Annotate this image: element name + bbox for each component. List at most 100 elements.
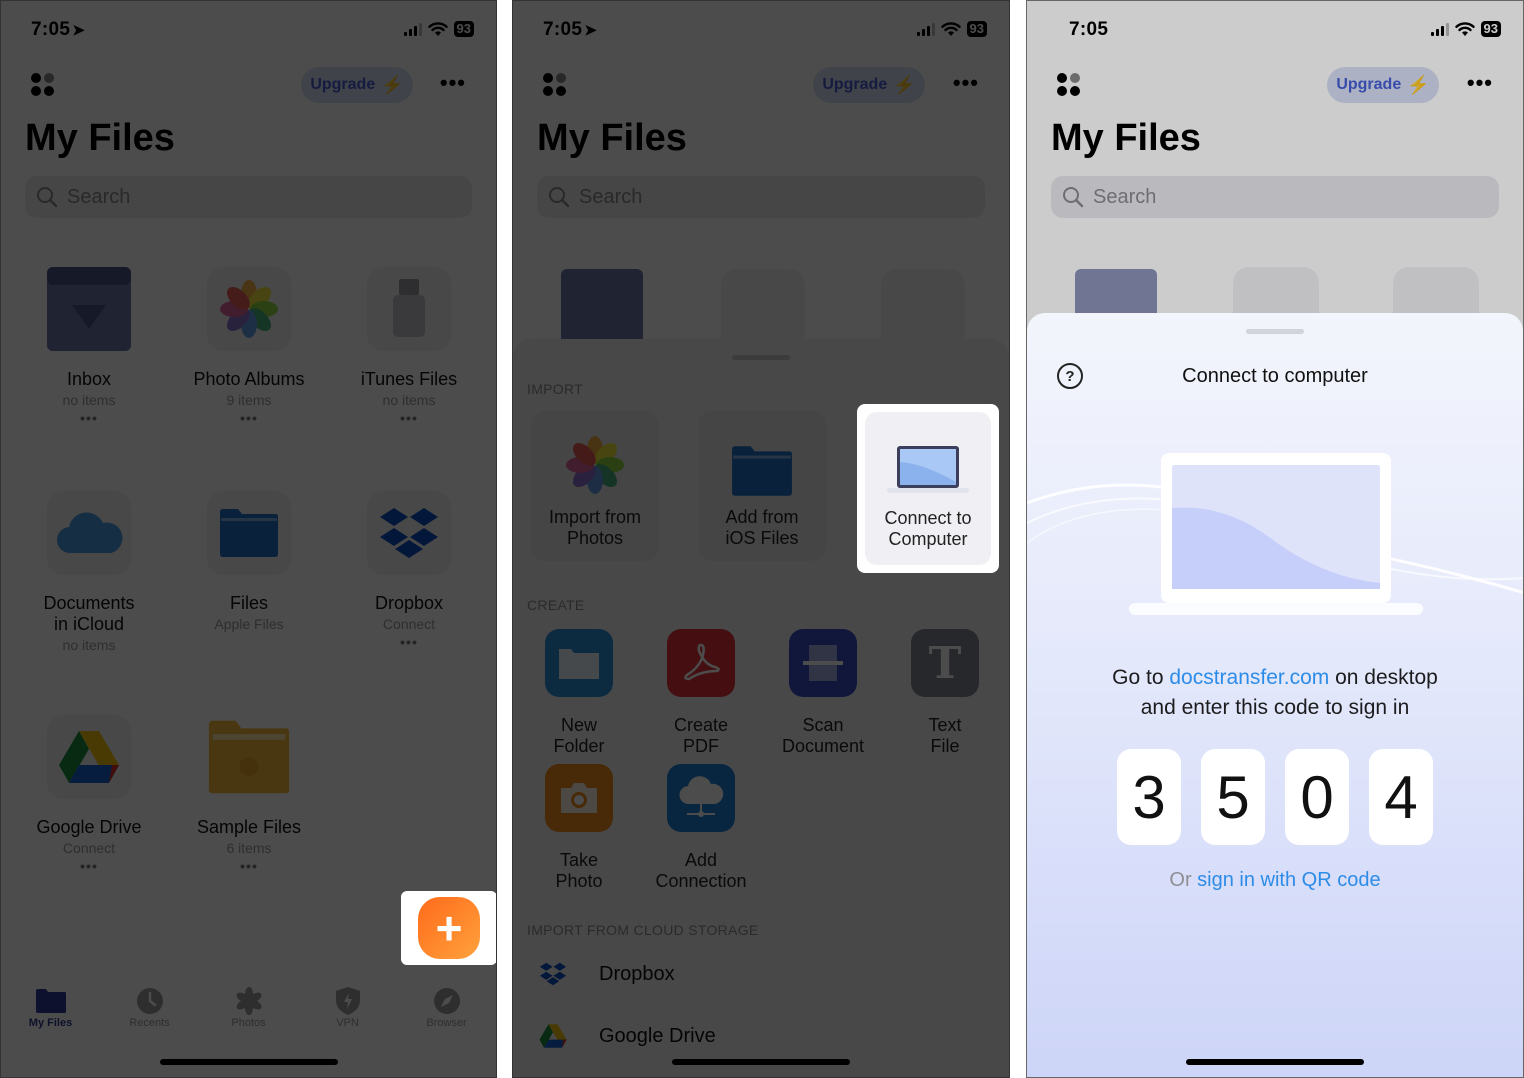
search-input[interactable]: Search [537,176,985,218]
tab-recents[interactable]: Recents [105,985,195,1035]
screen-add-sheet: 7:05 ➤ 93 Upgrade ⚡ ••• My Files Search IM… [512,0,1010,1078]
tab-browser[interactable]: Browser [402,985,492,1035]
app-menu-icon[interactable] [1057,73,1083,99]
upgrade-button[interactable]: Upgrade ⚡ [301,67,413,103]
tile-more-button[interactable]: ••• [329,634,489,650]
dropbox-icon [539,962,567,986]
sheet-grabber[interactable] [1246,329,1304,334]
wifi-icon [427,22,448,36]
more-options-button[interactable]: ••• [953,72,979,94]
search-icon [549,187,570,208]
cellular-signal-icon [403,22,422,36]
sheet-grabber[interactable] [732,355,790,360]
screen-my-files: 7:05 ➤ 93 Upgrade ⚡ ••• My Files Search In… [0,0,497,1078]
tile-documents-in-icloud[interactable]: Documents in iCloud no items [9,491,169,653]
search-input[interactable]: Search [25,176,472,218]
tab-vpn[interactable]: VPN [303,985,393,1035]
tile-more-button[interactable]: ••• [169,410,329,426]
inbox-icon [47,267,131,351]
tile-dropbox[interactable]: Dropbox Connect ••• [329,491,489,650]
tile-name: Photo Albums [193,369,305,389]
google-drive-icon [47,715,131,799]
status-time: 7:05 [543,19,583,40]
folder-icon [207,491,291,575]
photos-icon [204,985,294,1017]
docstransfer-link[interactable]: docstransfer.com [1169,666,1329,689]
tile-name: Google Drive [36,817,142,837]
connect-to-computer-button[interactable]: Connect to Computer [865,412,991,565]
wifi-icon [940,22,961,36]
cellular-signal-icon [916,22,935,36]
text-file-button[interactable]: T Text File [890,629,1000,757]
laptop-illustration [1027,453,1523,615]
status-bar: 7:05 93 [1027,19,1523,43]
tile-more-button[interactable]: ••• [329,410,489,426]
qr-signin-link[interactable]: sign in with QR code [1197,869,1380,891]
location-arrow-icon: ➤ [72,22,86,39]
tile-inbox[interactable]: Inbox no items ••• [9,267,169,426]
tile-more-button[interactable]: ••• [9,410,169,426]
create-pdf-button[interactable]: Create PDF [646,629,756,757]
cloud-item-dropbox[interactable]: Dropbox [539,961,675,987]
take-photo-button[interactable]: Take Photo [524,764,634,892]
tile-subtitle: no items [62,637,116,653]
app-menu-icon[interactable] [543,73,569,99]
tile-google-drive[interactable]: Google Drive Connect ••• [9,715,169,874]
photos-icon [721,269,805,339]
tile-name: Files [229,593,268,613]
add-button[interactable]: + [418,897,480,959]
tile-itunes-files[interactable]: iTunes Files no items ••• [329,267,489,426]
status-time: 7:05 [31,19,71,40]
photos-icon [531,411,659,497]
code-digit: 4 [1369,749,1433,845]
usb-icon [1393,267,1479,317]
tile-files[interactable]: Files Apple Files [169,491,329,632]
search-placeholder: Search [67,185,131,208]
text-t-icon: T [911,629,979,697]
app-menu-icon[interactable] [31,73,57,99]
photos-icon [207,267,291,351]
plus-icon: + [435,902,463,954]
tile-subtitle: Connect [62,840,116,856]
dropbox-icon [367,491,451,575]
upgrade-button[interactable]: Upgrade ⚡ [813,67,925,103]
section-header-create: CREATE [527,597,585,613]
upgrade-button[interactable]: Upgrade ⚡ [1327,67,1439,103]
tile-more-button[interactable]: ••• [9,858,169,874]
tile-photo-albums[interactable]: Photo Albums 9 items ••• [169,267,329,426]
search-input[interactable]: Search [1051,176,1499,218]
tile-subtitle: Apple Files [214,616,284,632]
sign-in-code: 3 5 0 4 [1027,749,1523,845]
page-title: My Files [537,117,687,159]
tile-name: Inbox [66,369,112,389]
scan-document-button[interactable]: Scan Document [768,629,878,757]
tab-my-files[interactable]: My Files [6,985,96,1035]
home-indicator [672,1059,850,1065]
tab-bar: My Files Recents Photos VPN Browser [1,985,496,1035]
location-arrow-icon: ➤ [584,22,598,39]
inbox-icon [561,269,643,339]
new-folder-icon [545,629,613,697]
more-options-button[interactable]: ••• [440,72,466,94]
tile-more-button[interactable]: ••• [169,858,329,874]
new-folder-button[interactable]: New Folder [524,629,634,757]
cloud-item-google-drive[interactable]: Google Drive [539,1023,716,1049]
google-drive-icon [539,1024,567,1048]
page-title: My Files [25,117,175,159]
page-title: My Files [1051,117,1201,159]
import-from-photos-button[interactable]: Import from Photos [531,411,659,561]
tile-name: Sample Files [196,817,302,837]
connect-modal: ? Connect to computer Go to docstransfer… [1027,313,1523,1077]
battery-indicator: 93 [453,21,474,37]
tab-photos[interactable]: Photos [204,985,294,1035]
more-options-button[interactable]: ••• [1467,72,1493,94]
tile-subtitle: 6 items [226,840,272,856]
screen-connect-to-computer: 7:05 93 Upgrade ⚡ ••• My Files Search ? C… [1026,0,1524,1078]
tile-sample-files[interactable]: Sample Files 6 items ••• [169,715,329,874]
section-header-import: IMPORT [527,381,583,397]
scanner-icon [789,629,857,697]
home-indicator [1186,1059,1364,1065]
add-from-ios-files-button[interactable]: Add from iOS Files [698,411,826,561]
tile-name: Documents in iCloud [43,593,135,634]
add-connection-button[interactable]: Add Connection [646,764,756,892]
